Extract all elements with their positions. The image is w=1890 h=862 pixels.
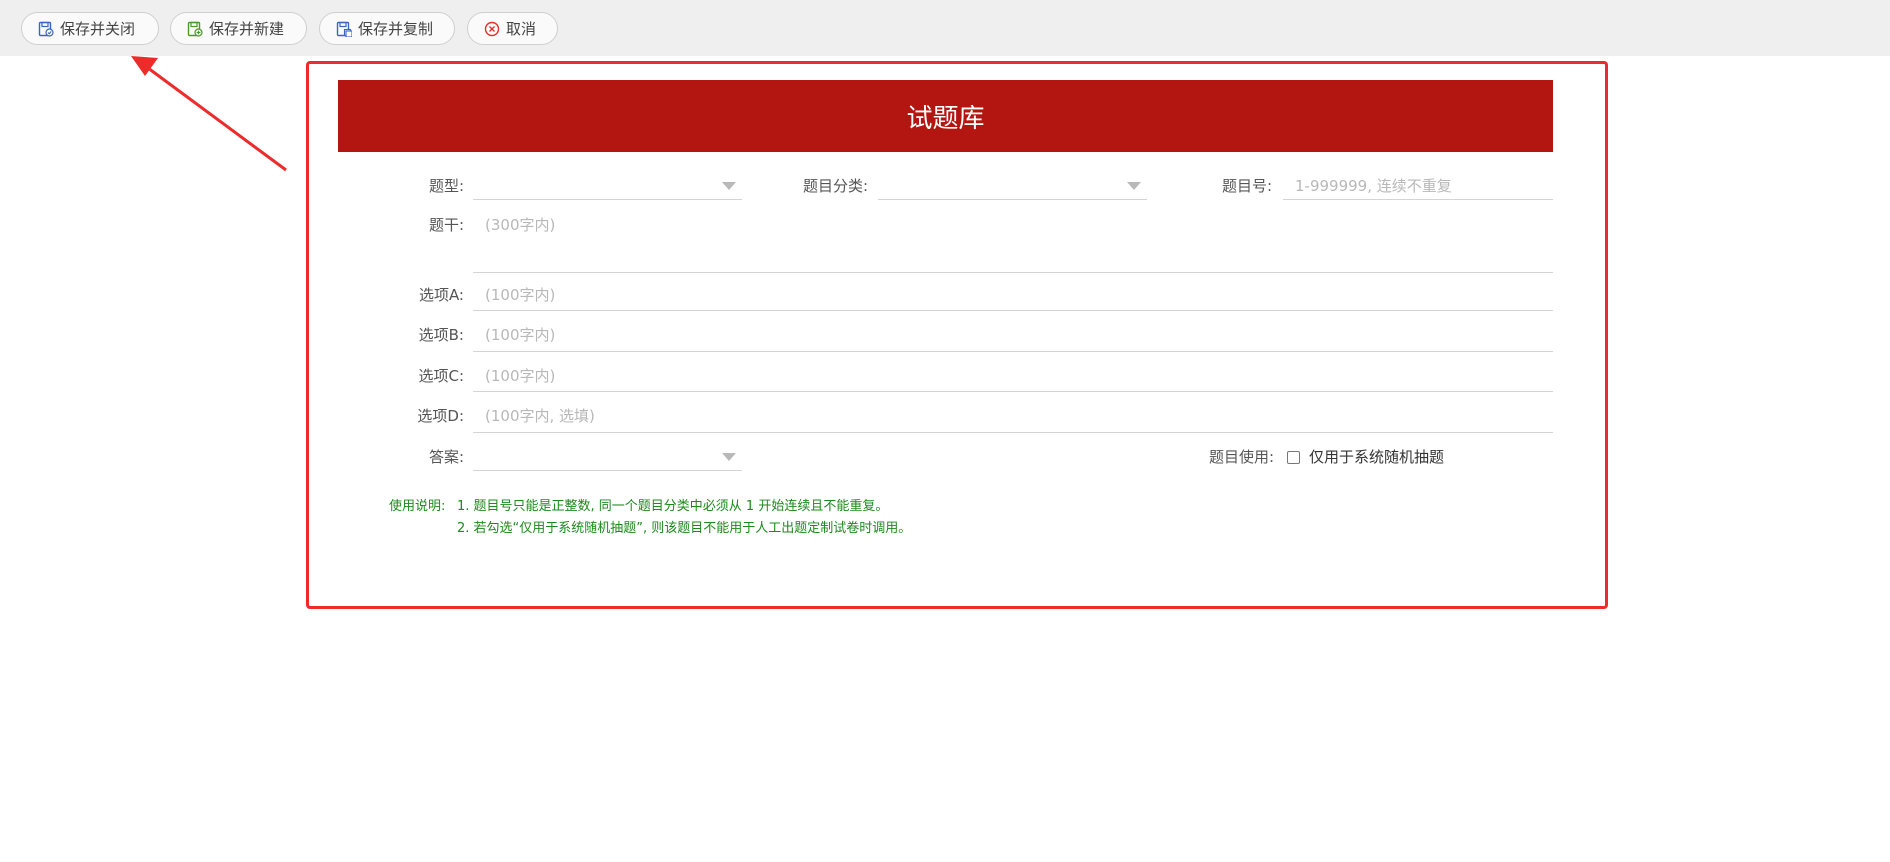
- usage-notes-title: 使用说明:: [389, 499, 446, 514]
- option-d-input[interactable]: (100字内, 选填): [473, 406, 1553, 433]
- option-c-placeholder: (100字内): [485, 367, 556, 385]
- toolbar: 保存并关闭 保存并新建 保存并复制 取消: [0, 0, 1890, 56]
- answer-label: 答案:: [428, 448, 464, 466]
- number-label: 题目号:: [1221, 177, 1272, 195]
- save-close-icon: [38, 21, 54, 37]
- type-label: 题型:: [428, 177, 464, 195]
- option-b-input[interactable]: (100字内): [473, 325, 1553, 352]
- question-number-input[interactable]: 1-999999, 连续不重复: [1283, 176, 1553, 200]
- save-and-close-button[interactable]: 保存并关闭: [21, 12, 159, 45]
- option-d-label: 选项D:: [417, 407, 464, 425]
- option-b-placeholder: (100字内): [485, 326, 556, 344]
- option-c-input[interactable]: (100字内): [473, 366, 1553, 392]
- cancel-icon: [484, 21, 500, 37]
- chevron-down-icon: [722, 182, 736, 190]
- save-and-new-button[interactable]: 保存并新建: [170, 12, 307, 45]
- type-select[interactable]: [473, 176, 742, 200]
- save-and-copy-label: 保存并复制: [358, 20, 434, 38]
- chevron-down-icon: [1127, 182, 1141, 190]
- save-new-icon: [187, 21, 203, 37]
- option-a-label: 选项A:: [418, 286, 464, 304]
- answer-select[interactable]: [473, 447, 742, 471]
- question-number-placeholder: 1-999999, 连续不重复: [1295, 177, 1452, 195]
- random-only-option[interactable]: 仅用于系统随机抽题: [1287, 447, 1444, 467]
- cancel-button[interactable]: 取消: [467, 12, 558, 45]
- save-copy-icon: [336, 21, 352, 37]
- save-and-new-label: 保存并新建: [209, 20, 285, 38]
- option-d-placeholder: (100字内, 选填): [485, 407, 595, 425]
- usage-label: 题目使用:: [1208, 448, 1274, 466]
- stem-placeholder: (300字内): [485, 216, 556, 234]
- chevron-down-icon: [722, 453, 736, 461]
- random-only-checkbox[interactable]: [1287, 450, 1300, 464]
- option-b-label: 选项B:: [418, 326, 464, 344]
- random-only-checkbox-label: 仅用于系统随机抽题: [1309, 448, 1445, 466]
- save-and-copy-button[interactable]: 保存并复制: [319, 12, 455, 45]
- cancel-label: 取消: [506, 20, 537, 38]
- category-select[interactable]: [878, 176, 1147, 200]
- form-title: 试题库: [338, 80, 1553, 152]
- option-a-input[interactable]: (100字内): [473, 285, 1553, 311]
- stem-textarea[interactable]: (300字内): [473, 215, 1553, 273]
- usage-note-2: 2. 若勾选“仅用于系统随机抽题”, 则该题目不能用于人工出题定制试卷时调用。: [457, 521, 912, 536]
- category-label: 题目分类:: [802, 177, 868, 195]
- stem-label: 题干:: [428, 216, 464, 234]
- option-c-label: 选项C:: [418, 367, 464, 385]
- usage-note-1: 1. 题目号只能是正整数, 同一个题目分类中必须从 1 开始连续且不能重复。: [457, 499, 889, 514]
- option-a-placeholder: (100字内): [485, 286, 556, 304]
- save-and-close-label: 保存并关闭: [60, 20, 136, 38]
